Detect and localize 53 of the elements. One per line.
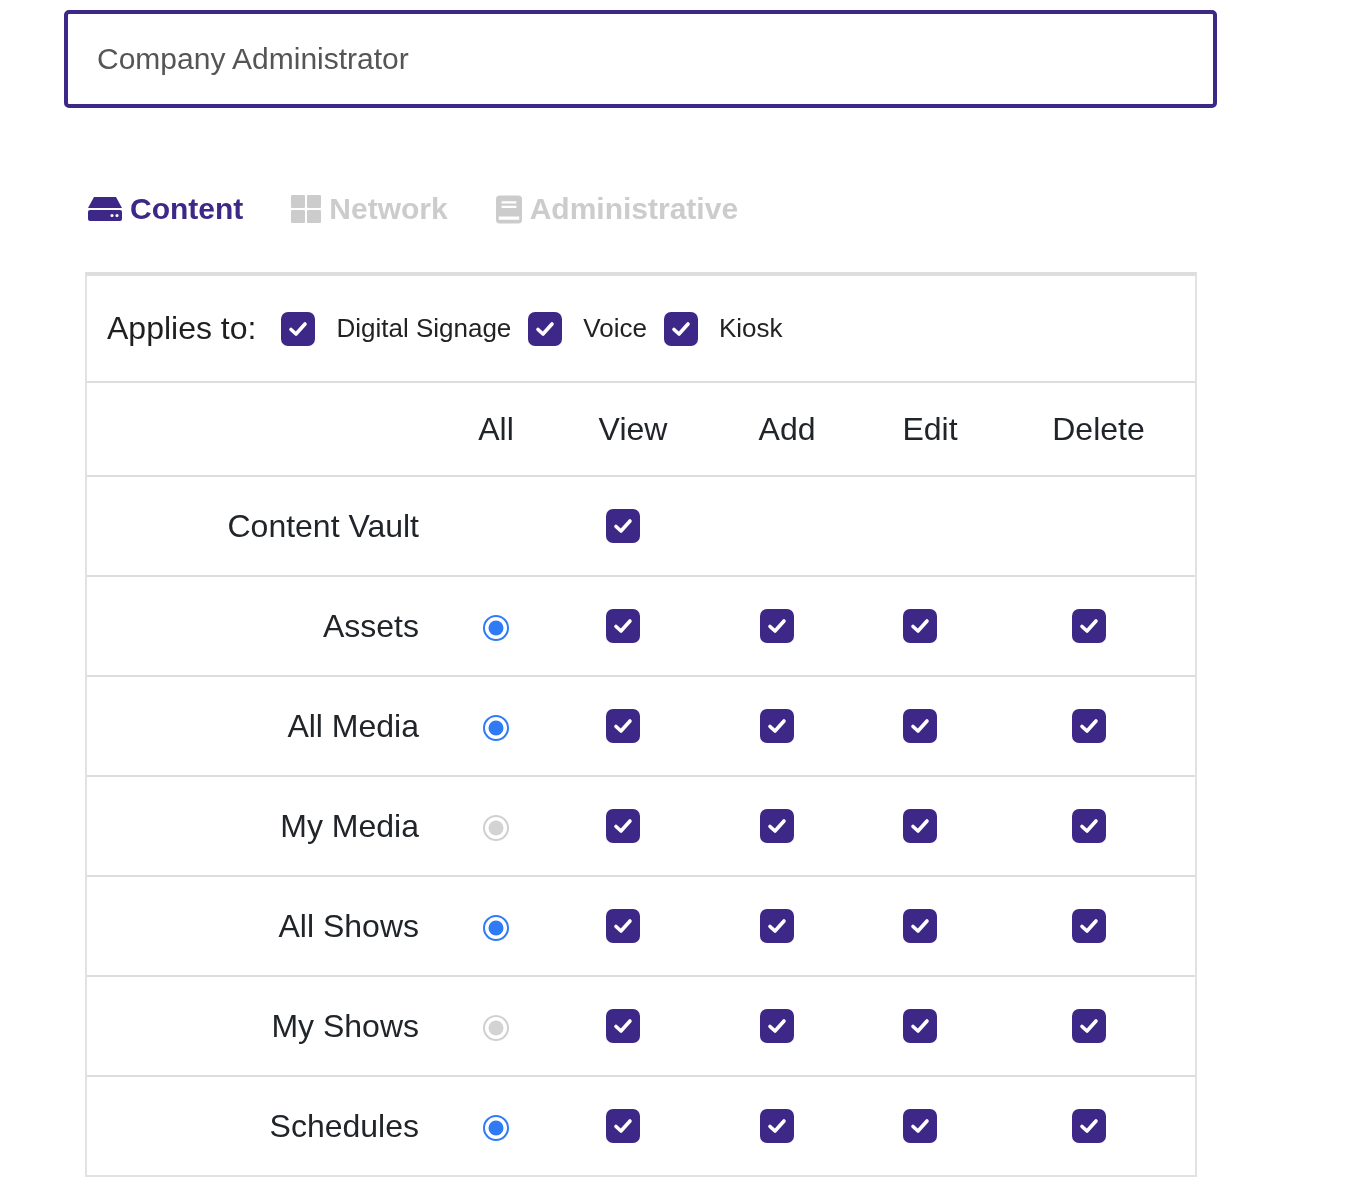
radio-button[interactable] [483, 715, 509, 741]
applies-to-label: Applies to: [107, 310, 257, 347]
checkbox[interactable] [606, 609, 640, 643]
checkbox[interactable] [1071, 909, 1106, 943]
column-header: View [598, 410, 668, 448]
checkbox-label[interactable]: Digital Signage [336, 313, 512, 344]
row-label: My Media [280, 807, 419, 845]
checkbox[interactable] [903, 809, 937, 843]
checkbox[interactable] [903, 609, 937, 643]
row-label: All Media [287, 707, 419, 745]
checkbox[interactable] [606, 709, 640, 743]
column-header: Edit [902, 410, 958, 448]
checkbox[interactable] [606, 809, 640, 843]
role-name-field[interactable]: Company Administrator [64, 10, 1217, 108]
radio-button[interactable] [483, 915, 509, 941]
checkbox[interactable] [528, 311, 563, 346]
column-header: Delete [1052, 410, 1145, 448]
checkbox-label[interactable]: Voice [583, 313, 647, 344]
checkbox[interactable] [1071, 1009, 1106, 1043]
checkbox[interactable] [760, 909, 794, 943]
checkbox[interactable] [903, 909, 937, 943]
row-label: Assets [322, 607, 419, 645]
column-header: Add [758, 410, 816, 448]
checkbox[interactable] [1071, 709, 1106, 743]
checkbox[interactable] [281, 311, 316, 346]
tab[interactable]: Content [88, 192, 244, 226]
checkbox[interactable] [760, 809, 794, 843]
grid-icon [291, 195, 322, 223]
checkbox[interactable] [760, 1009, 794, 1043]
checkbox-label[interactable]: Kiosk [718, 313, 783, 344]
checkbox[interactable] [760, 709, 794, 743]
checkbox[interactable] [606, 909, 640, 943]
checkbox[interactable] [903, 1009, 937, 1043]
checkbox[interactable] [1071, 1109, 1106, 1143]
column-header: All [478, 410, 514, 448]
radio-button[interactable] [483, 615, 509, 641]
checkbox[interactable] [903, 709, 937, 743]
row-label: All Shows [278, 907, 419, 945]
row-label: Content Vault [227, 507, 419, 545]
checkbox[interactable] [1071, 809, 1106, 843]
checkbox[interactable] [663, 311, 698, 346]
checkbox[interactable] [760, 609, 794, 643]
radio-button[interactable] [483, 1115, 509, 1141]
hard-drive-icon [88, 197, 122, 221]
row-label: Schedules [269, 1107, 419, 1145]
checkbox[interactable] [903, 1109, 937, 1143]
row-label: My Shows [271, 1007, 419, 1045]
checkbox[interactable] [606, 509, 640, 543]
checkbox[interactable] [1071, 609, 1106, 643]
checkbox[interactable] [606, 1109, 640, 1143]
checkbox[interactable] [606, 1009, 640, 1043]
checkbox[interactable] [760, 1109, 794, 1143]
book-icon [495, 194, 522, 224]
